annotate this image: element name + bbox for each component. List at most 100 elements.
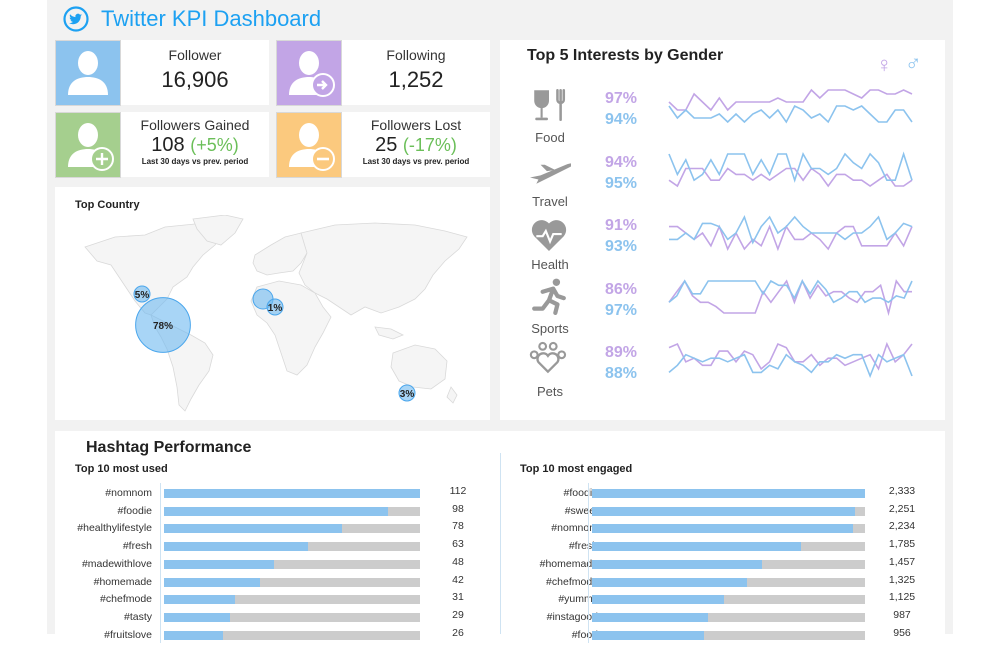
top-country-card: Top Country 78% 5% 1% 3% [55,187,490,420]
hashtag-value: 112 [449,485,467,497]
hashtag-bar-fill[interactable] [592,559,763,569]
hashtag-bar-fill[interactable] [164,542,308,552]
female-trend-line [668,166,913,187]
hashtag-value: 78 [452,520,464,533]
hashtag-bar-fill[interactable] [592,612,708,622]
world-map: 78% 5% 1% 3% [84,215,468,412]
user-arrow-icon [276,40,342,106]
female-trend-line [668,341,913,371]
hashtag-bar-fill[interactable] [592,506,856,516]
axis-tick [160,553,161,572]
male-percent: 95% [605,174,638,192]
axis-tick [160,606,161,625]
interests-title: Top 5 Interests by Gender [527,47,724,64]
interest-sparkline [668,88,913,124]
hashtag-label: #fresh [122,540,152,553]
hashtag-bar-fill[interactable] [592,577,748,587]
axis-tick [588,518,589,537]
hashtag-bar-row: #fresh 1,785 [500,536,940,556]
kpi-change: (+5%) [190,135,239,155]
hashtag-bar-row: #healthylifestyle 78 [55,518,495,538]
kpi-label: Followers Lost [370,117,462,133]
hashtag-bar-fill[interactable] [164,577,260,587]
twitter-bird-icon [63,6,89,32]
interest-label: Food [535,130,565,145]
hashtag-value: 956 [893,626,911,639]
axis-tick [160,518,161,537]
hashtag-value: 31 [452,591,464,604]
axis-tick [588,589,589,608]
male-trend-line [668,150,913,183]
hashtag-value: 2,234 [888,520,916,533]
hashtag-bar-fill[interactable] [164,612,231,622]
hashtag-label: #nomnom [105,487,152,499]
hashtag-label: #madewithlove [81,557,152,570]
hashtag-label: #tasty [123,610,152,623]
page-header: Twitter KPI Dashboard [63,4,321,34]
hashtag-bar-fill[interactable] [164,559,274,569]
hashtag-bar-track [164,542,420,552]
interest-row-pets: Pets 89% 88% [500,340,945,402]
interest-row-sports: Sports 86% 97% [500,277,945,339]
hashtag-bar-fill[interactable] [592,595,724,605]
hashtag-label: #homemade [539,557,598,570]
hashtag-value: 48 [452,555,464,568]
kpi-card-follower: Follower 16,906 [55,40,269,106]
kpi-label: Follower [168,47,222,63]
runner-icon [532,278,566,315]
kpi-value: 1,252 [388,67,444,92]
interest-sparkline [668,150,913,187]
hashtag-bar-fill[interactable] [592,542,801,552]
female-percent: 97% [605,90,638,107]
interest-row-food: Food 97% 94% [500,86,945,148]
hashtag-bar-track [164,489,420,498]
interest-row-travel: Travel 94% 95% [500,150,945,212]
kpi-note: Last 30 days vs prev. period [141,157,249,166]
airplane-icon [530,162,571,184]
hashtag-label: #instagood [546,610,598,623]
food-icon [534,88,566,122]
hashtag-value: 2,333 [888,485,916,497]
hashtag-bar-fill[interactable] [592,489,865,498]
hashtag-bar-fill[interactable] [164,630,224,640]
interest-label: Sports [531,320,569,336]
hashtag-bar-track [592,577,865,587]
kpi-value: 16,906 [161,67,229,92]
hashtag-bar-row: #foodie 98 [55,500,495,521]
interest-label: Pets [536,384,563,399]
hashtag-bar-fill[interactable] [592,630,704,640]
interest-label: Health [531,257,569,272]
female-trend-line [668,88,913,112]
hashtag-bar-fill[interactable] [164,489,420,498]
country-bubble-label: 1% [268,303,283,314]
hashtag-bar-track [592,630,865,640]
axis-tick [160,536,161,555]
kpi-label: Followers Gained [140,117,250,133]
hashtag-value: 987 [893,608,911,621]
kpi-value: 25 [375,134,398,156]
hashtag-bar-track [164,524,420,534]
hashtag-bar-fill[interactable] [164,595,235,605]
hashtag-bar-row: #nomnom 112 [55,483,495,503]
kpi-value: 108 [151,134,185,156]
hashtag-bar-track [592,542,865,552]
hashtag-bar-fill[interactable] [164,506,388,516]
hashtag-label: #nomnom [551,522,598,535]
hashtag-bar-fill[interactable] [592,524,854,534]
hashtag-value: 1,457 [888,555,916,568]
kpi-card-followers-gained: Followers Gained 108 (+5%) Last 30 days … [55,112,269,178]
hashtag-label: #chefmode [100,593,152,606]
kpi-label: Following [386,47,446,63]
hashtag-bar-fill[interactable] [164,524,343,534]
hashtag-bar-row: #fruitslove 26 [55,624,495,645]
hashtag-value: 26 [452,626,464,639]
hashtag-value: 2,251 [888,502,916,515]
hashtag-bar-track [164,577,420,587]
male-legend-icon: ♂ [905,50,922,75]
interest-sparkline [669,214,913,252]
user-minus-icon [276,112,342,178]
axis-tick [588,571,589,590]
female-legend-icon: ♀ [876,52,893,77]
axis-tick [588,606,589,625]
female-percent: 91% [605,217,638,234]
